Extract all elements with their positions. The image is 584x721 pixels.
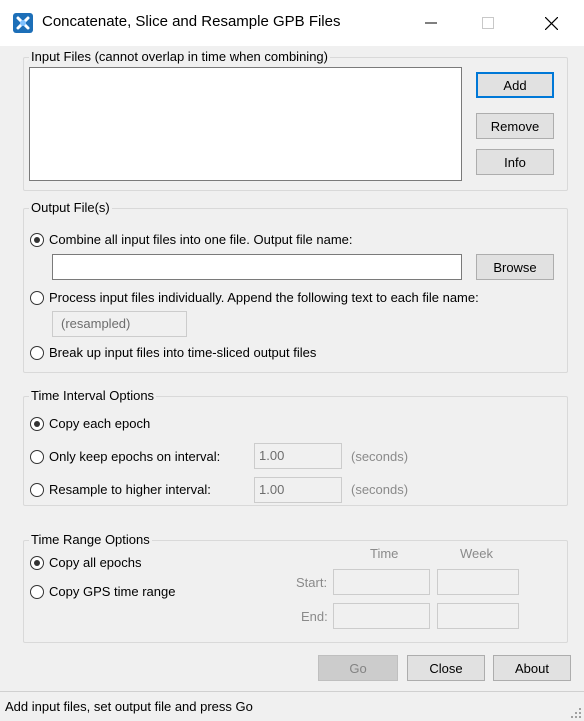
combine-radio-button[interactable] xyxy=(30,232,44,247)
copy-all-radio-label: Copy all epochs xyxy=(49,555,142,570)
slice-radio[interactable]: Break up input files into time-sliced ou… xyxy=(30,345,316,360)
resample-radio-button[interactable] xyxy=(30,482,44,497)
add-button[interactable]: Add xyxy=(476,72,554,98)
minimize-icon xyxy=(425,22,437,24)
app-icon xyxy=(13,13,33,33)
individual-radio-button[interactable] xyxy=(30,290,44,305)
status-bar: Add input files, set output file and pre… xyxy=(0,691,584,721)
slice-radio-label: Break up input files into time-sliced ou… xyxy=(49,345,317,360)
window-title: Concatenate, Slice and Resample GPB File… xyxy=(42,13,341,30)
resample-radio[interactable]: Resample to higher interval: xyxy=(30,482,211,497)
copy-all-radio-button[interactable] xyxy=(30,555,44,570)
remove-button[interactable]: Remove xyxy=(476,113,554,139)
keep-on-interval-radio-button[interactable] xyxy=(30,449,44,464)
keep-on-interval-radio-label: Only keep epochs on interval: xyxy=(49,449,221,464)
output-files-legend: Output File(s) xyxy=(29,200,112,216)
keep-on-interval-radio[interactable]: Only keep epochs on interval: xyxy=(30,449,220,464)
input-files-legend: Input Files (cannot overlap in time when… xyxy=(29,49,330,65)
combine-radio-label: Combine all input files into one file. O… xyxy=(49,232,353,247)
copy-all-radio[interactable]: Copy all epochs xyxy=(30,555,142,570)
title-bar: Concatenate, Slice and Resample GPB File… xyxy=(0,0,584,46)
resample-interval-input: 1.00 xyxy=(254,477,342,503)
maximize-icon xyxy=(482,17,494,29)
append-text-input: (resampled) xyxy=(52,311,187,337)
end-week-input xyxy=(437,603,519,629)
week-column-header: Week xyxy=(460,546,493,561)
slice-radio-button[interactable] xyxy=(30,345,44,360)
start-label: Start: xyxy=(296,575,328,590)
copy-gps-radio[interactable]: Copy GPS time range xyxy=(30,584,175,599)
maximize-button xyxy=(465,0,511,46)
individual-radio-label: Process input files individually. Append… xyxy=(49,290,479,305)
close-window-button[interactable] xyxy=(528,0,574,46)
input-files-list[interactable] xyxy=(29,67,462,181)
info-button[interactable]: Info xyxy=(476,149,554,175)
copy-gps-radio-button[interactable] xyxy=(30,584,44,599)
copy-each-radio[interactable]: Copy each epoch xyxy=(30,416,150,431)
end-label: End: xyxy=(301,609,328,624)
browse-button[interactable]: Browse xyxy=(476,254,554,280)
copy-each-radio-button[interactable] xyxy=(30,416,44,431)
start-time-input xyxy=(333,569,430,595)
time-column-header: Time xyxy=(370,546,399,561)
status-text: Add input files, set output file and pre… xyxy=(5,699,253,714)
minimize-button[interactable] xyxy=(408,0,454,46)
copy-gps-radio-label: Copy GPS time range xyxy=(49,584,176,599)
keep-interval-input: 1.00 xyxy=(254,443,342,469)
time-range-legend: Time Range Options xyxy=(29,532,152,548)
resize-grip-icon[interactable] xyxy=(570,707,582,719)
about-button[interactable]: About xyxy=(493,655,571,681)
individual-radio[interactable]: Process input files individually. Append… xyxy=(30,290,479,305)
end-time-input xyxy=(333,603,430,629)
resample-interval-unit: (seconds) xyxy=(351,482,409,497)
time-interval-legend: Time Interval Options xyxy=(29,388,157,404)
resample-radio-label: Resample to higher interval: xyxy=(49,482,211,497)
output-file-name-input[interactable] xyxy=(52,254,462,280)
combine-radio[interactable]: Combine all input files into one file. O… xyxy=(30,232,353,247)
start-week-input xyxy=(437,569,519,595)
close-button[interactable]: Close xyxy=(407,655,485,681)
close-icon xyxy=(545,17,558,30)
keep-interval-unit: (seconds) xyxy=(351,449,409,464)
go-button: Go xyxy=(318,655,398,681)
copy-each-radio-label: Copy each epoch xyxy=(49,416,151,431)
